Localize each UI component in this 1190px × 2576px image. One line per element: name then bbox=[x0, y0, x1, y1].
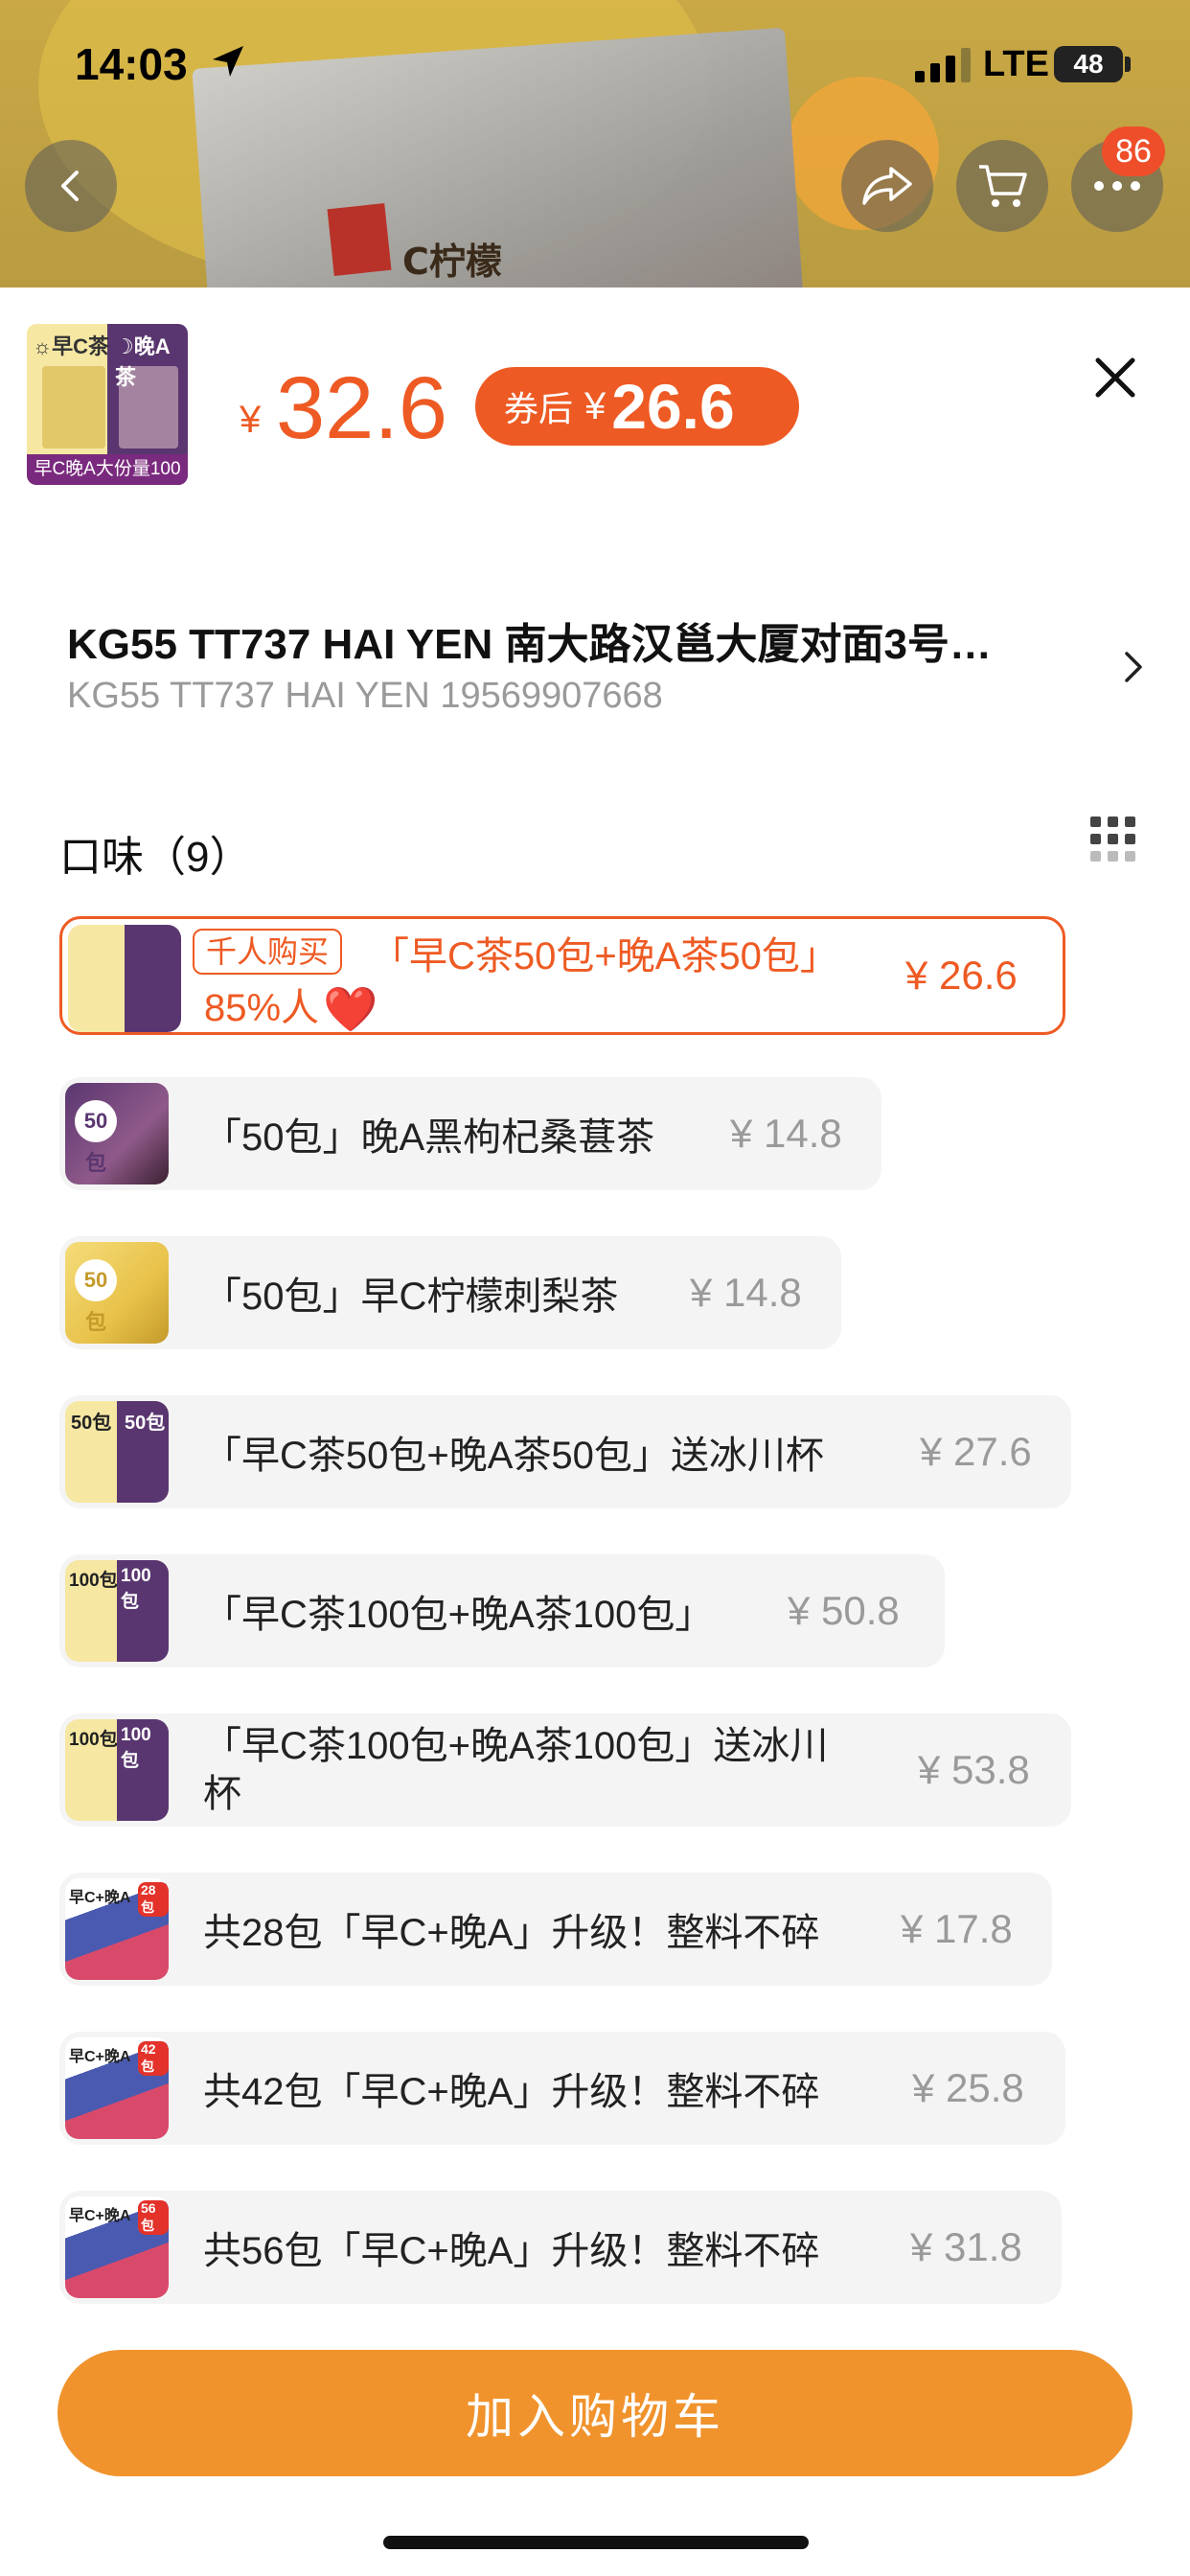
add-to-cart-button[interactable]: 加入购物车 bbox=[57, 2350, 1133, 2476]
cart-button[interactable] bbox=[956, 140, 1048, 232]
option-name: 「早C茶100包+晚A茶100包」 bbox=[203, 1594, 714, 1636]
option-name: 共42包「早C+晚A」升级！整料不碎 bbox=[203, 2071, 820, 2113]
option-thumbnail: 早C+晚A 56包 bbox=[65, 2196, 169, 2298]
option-price: ¥ 14.8 bbox=[730, 1111, 842, 1156]
battery-level: 48 bbox=[1073, 49, 1104, 79]
more-dots-icon bbox=[1094, 181, 1140, 191]
status-bar: 14:03 LTE 48 bbox=[0, 0, 1190, 134]
flavor-section-title: 口味（9） bbox=[59, 834, 252, 881]
option-thumbnail: 50包 bbox=[65, 1242, 169, 1344]
thumb-label-banner: 早C晚A大份量100包 bbox=[27, 454, 188, 485]
option-percent: 85%人❤️ bbox=[204, 977, 378, 1036]
thumb-label-evening: ☽晚A茶 bbox=[115, 334, 171, 389]
option-price: ¥ 26.6 bbox=[905, 953, 1018, 998]
flavor-option[interactable]: 早C+晚A 56包 共56包「早C+晚A」升级！整料不碎 ¥ 31.8 bbox=[59, 2191, 1062, 2304]
share-icon bbox=[862, 167, 912, 205]
option-name: 「50包」晚A黑枸杞桑葚茶 bbox=[203, 1116, 655, 1159]
option-price: ¥ 14.8 bbox=[690, 1270, 802, 1315]
grid-view-icon[interactable] bbox=[1088, 815, 1136, 862]
option-thumbnail: 100包 100包 bbox=[65, 1560, 169, 1662]
battery-icon: 48 bbox=[1054, 46, 1123, 82]
coupon-currency: ¥ bbox=[584, 384, 606, 427]
coupon-price-badge: 券后 ¥ 26.6 bbox=[475, 367, 799, 446]
option-name-line1: 「早C茶100包+晚A茶100包」送冰川 bbox=[203, 1725, 829, 1767]
flavor-option[interactable]: 50包 「50包」早C柠檬刺梨茶 ¥ 14.8 bbox=[59, 1236, 841, 1349]
close-icon[interactable] bbox=[1088, 351, 1142, 404]
price-currency: ¥ bbox=[240, 399, 262, 441]
flavor-option[interactable]: 100包 100包 「早C茶100包+晚A茶100包」送冰川 杯 ¥ 53.8 bbox=[59, 1714, 1071, 1827]
back-button[interactable] bbox=[25, 140, 117, 232]
option-price: ¥ 27.6 bbox=[920, 1429, 1032, 1474]
option-name-line2: 杯 bbox=[203, 1773, 241, 1815]
option-thumbnail bbox=[68, 925, 181, 1032]
option-name: 「50包」早C柠檬刺梨茶 bbox=[203, 1276, 619, 1318]
cart-icon bbox=[979, 165, 1027, 207]
flavor-option[interactable]: 早C+晚A 42包 共42包「早C+晚A」升级！整料不碎 ¥ 25.8 bbox=[59, 2032, 1065, 2145]
home-indicator[interactable] bbox=[383, 2536, 809, 2549]
option-price: ¥ 50.8 bbox=[788, 1588, 900, 1633]
option-price: ¥ 25.8 bbox=[912, 2065, 1024, 2110]
location-arrow-icon bbox=[213, 46, 243, 77]
price: 32.6 bbox=[276, 359, 448, 457]
thumb-label-morning: ☼早C茶 bbox=[33, 334, 110, 358]
option-thumbnail: 50包 50包 bbox=[65, 1401, 169, 1503]
flavor-option[interactable]: 100包 100包 「早C茶100包+晚A茶100包」 ¥ 50.8 bbox=[59, 1554, 945, 1668]
address-subtitle: KG55 TT737 HAI YEN 19569907668 bbox=[67, 676, 663, 716]
flavor-option[interactable]: 50包 「50包」晚A黑枸杞桑葚茶 ¥ 14.8 bbox=[59, 1077, 881, 1190]
share-button[interactable] bbox=[841, 140, 933, 232]
percent-text: 85%人 bbox=[204, 987, 320, 1029]
option-price: ¥ 53.8 bbox=[918, 1747, 1030, 1792]
product-thumbnail[interactable]: ☼早C茶 ☽晚A茶 早C晚A大份量100包 bbox=[27, 324, 188, 485]
status-time: 14:03 bbox=[75, 39, 188, 89]
option-name: 共56包「早C+晚A」升级！整料不碎 bbox=[203, 2230, 820, 2272]
heart-icon: ❤️ bbox=[323, 984, 378, 1034]
coupon-price: 26.6 bbox=[611, 371, 735, 442]
cart-count-badge: 86 bbox=[1102, 126, 1165, 176]
option-thumbnail: 50包 bbox=[65, 1083, 169, 1184]
flavor-option[interactable]: 50包 50包 「早C茶50包+晚A茶50包」送冰川杯 ¥ 27.6 bbox=[59, 1395, 1071, 1508]
option-name: 「早C茶100包+晚A茶100包」送冰川 杯 bbox=[203, 1714, 828, 1827]
option-name: 「早C茶50包+晚A茶50包」 bbox=[371, 935, 838, 978]
signal-icon bbox=[915, 48, 971, 82]
flavor-option[interactable]: 早C+晚A 28包 共28包「早C+晚A」升级！整料不碎 ¥ 17.8 bbox=[59, 1873, 1052, 1986]
option-thumbnail: 早C+晚A 28包 bbox=[65, 1878, 169, 1980]
address-title: KG55 TT737 HAI YEN 南大路汉邕大厦对面3号… bbox=[67, 621, 992, 668]
option-thumbnail: 100包 100包 bbox=[65, 1719, 169, 1821]
option-name: 共28包「早C+晚A」升级！整料不碎 bbox=[203, 1912, 820, 1954]
option-thumbnail: 早C+晚A 42包 bbox=[65, 2037, 169, 2139]
coupon-label: 券后 bbox=[504, 389, 574, 428]
option-price: ¥ 31.8 bbox=[910, 2224, 1022, 2269]
product-image-label: C柠檬 bbox=[402, 241, 502, 283]
option-name: 「早C茶50包+晚A茶50包」送冰川杯 bbox=[203, 1435, 824, 1477]
chevron-left-icon bbox=[61, 171, 79, 201]
hot-sale-tag: 千人购买 bbox=[193, 929, 343, 975]
network-label: LTE bbox=[983, 44, 1049, 84]
chevron-right-icon bbox=[1125, 652, 1142, 682]
flavor-option-selected[interactable]: 千人购买 「早C茶50包+晚A茶50包」 85%人❤️ ¥ 26.6 bbox=[59, 916, 1065, 1035]
option-price: ¥ 17.8 bbox=[901, 1906, 1013, 1951]
